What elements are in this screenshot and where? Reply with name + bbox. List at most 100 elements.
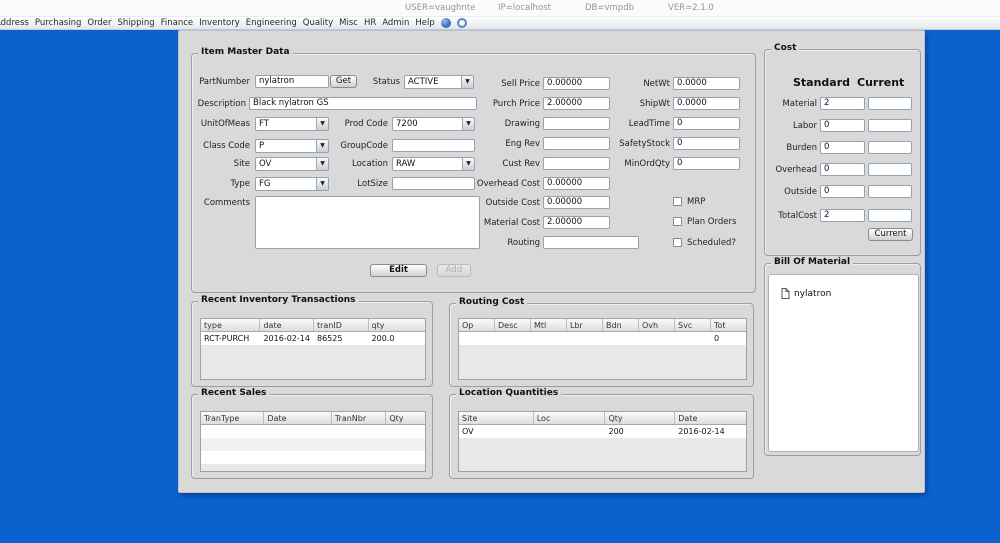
location-quantities-panel: Location Quantities Site Loc Qty Date OV… [449,394,754,479]
column-header[interactable]: Date [264,412,331,424]
menu-item-purchasing[interactable]: Purchasing [35,18,82,28]
column-header[interactable]: date [260,319,314,331]
cust-rev-label: Cust Rev [450,159,540,169]
burden-current-field[interactable] [868,141,912,154]
site-select[interactable]: OV▼ [255,157,329,171]
menu-item-shipping[interactable]: Shipping [118,18,155,28]
part-number-field[interactable]: nylatron [255,75,329,88]
column-header[interactable]: Lbr [567,319,603,331]
sync-icon[interactable] [457,18,467,28]
lead-time-field[interactable]: 0 [673,117,740,130]
class-code-label: Class Code [194,141,250,151]
version-info: VER=2.1.0 [668,3,714,13]
column-header[interactable]: tranID [314,319,369,331]
min-ord-qty-label: MinOrdQty [590,159,670,169]
edit-button[interactable]: Edit [370,264,427,277]
table-row[interactable]: 0 [459,332,746,345]
material-current-field[interactable] [868,97,912,110]
column-header[interactable]: Qty [386,412,425,424]
menu-item-help[interactable]: Help [415,18,434,28]
panel-title: Recent Inventory Transactions [198,295,359,305]
group-code-label: GroupCode [322,141,388,151]
total-cost-current-field[interactable] [868,209,912,222]
comments-textarea[interactable] [255,196,480,249]
table-row[interactable]: OV 200 2016-02-14 [459,425,746,438]
table-row[interactable]: RCT-PURCH 2016-02-14 86525 200.0 [201,332,425,345]
current-column-header: Current [857,76,904,89]
outside-standard-field[interactable]: 0 [820,185,865,198]
menu-item-admin[interactable]: Admin [382,18,409,28]
column-header[interactable]: type [201,319,260,331]
menu-item-address[interactable]: Address [0,18,29,28]
menu-item-quality[interactable]: Quality [303,18,333,28]
overhead-current-field[interactable] [868,163,912,176]
cost-panel: Cost Standard Current Material 2 Labor 0… [764,49,921,256]
column-header[interactable]: Site [459,412,534,424]
column-header[interactable]: Tot [711,319,746,331]
menu-item-order[interactable]: Order [87,18,111,28]
lead-time-label: LeadTime [590,119,670,129]
material-cost-field[interactable]: 2.00000 [543,216,610,229]
tree-node-nylatron[interactable]: nylatron [781,288,831,299]
labor-current-field[interactable] [868,119,912,132]
labor-standard-field[interactable]: 0 [820,119,865,132]
column-header[interactable]: Op [459,319,495,331]
add-button[interactable]: Add [437,264,471,277]
plan-orders-checkbox-label: Plan Orders [687,217,736,227]
column-header[interactable]: Svc [675,319,711,331]
outside-cost-field[interactable]: 0.00000 [543,196,610,209]
plan-orders-checkbox[interactable] [673,217,682,226]
menu-item-misc[interactable]: Misc [339,18,358,28]
material-standard-field[interactable]: 2 [820,97,865,110]
type-select[interactable]: FG▼ [255,177,329,191]
table-header: TranType Date TranNbr Qty [201,412,425,425]
burden-standard-field[interactable]: 0 [820,141,865,154]
column-header[interactable]: qty [369,319,425,331]
column-header[interactable]: Qty [605,412,675,424]
min-ord-qty-field[interactable]: 0 [673,157,740,170]
class-code-select[interactable]: P▼ [255,139,329,153]
column-header[interactable]: Desc [495,319,531,331]
safety-stock-field[interactable]: 0 [673,137,740,150]
inventory-table: type date tranID qty RCT-PURCH 2016-02-1… [200,318,426,380]
mrp-checkbox[interactable] [673,197,682,206]
column-header[interactable]: TranType [201,412,264,424]
net-wt-label: NetWt [590,79,670,89]
unit-of-meas-select[interactable]: FT▼ [255,117,329,131]
column-header[interactable]: Date [675,412,746,424]
overhead-cost-field[interactable]: 0.00000 [543,177,610,190]
scheduled-checkbox[interactable] [673,238,682,247]
menu-item-inventory[interactable]: Inventory [199,18,240,28]
column-header[interactable]: Ovh [639,319,675,331]
table-row[interactable] [201,425,425,438]
menu-item-hr[interactable]: HR [364,18,376,28]
column-header[interactable]: Bdn [603,319,639,331]
labor-label: Labor [765,121,817,131]
scheduled-checkbox-label: Scheduled? [687,238,736,248]
routing-field[interactable] [543,236,639,249]
eng-rev-label: Eng Rev [450,139,540,149]
globe-icon[interactable] [441,18,451,28]
bom-panel: Bill Of Material nylatron [764,263,921,456]
column-header[interactable]: TranNbr [332,412,387,424]
menu-item-finance[interactable]: Finance [161,18,194,28]
outside-current-field[interactable] [868,185,912,198]
ship-wt-field[interactable]: 0.0000 [673,97,740,110]
net-wt-field[interactable]: 0.0000 [673,77,740,90]
table-row[interactable] [201,451,425,464]
location-quantities-table: Site Loc Qty Date OV 200 2016-02-14 [458,411,747,472]
description-field[interactable]: Black nylatron GS [249,97,477,110]
tree-node-label: nylatron [794,289,831,299]
table-row[interactable] [201,438,425,451]
recent-sales-panel: Recent Sales TranType Date TranNbr Qty [191,394,433,479]
burden-label: Burden [765,143,817,153]
menu-item-engineering[interactable]: Engineering [246,18,297,28]
column-header[interactable]: Mtl [531,319,567,331]
overhead-standard-field[interactable]: 0 [820,163,865,176]
status-label: Status [352,77,400,87]
part-number-label: PartNumber [194,77,250,87]
total-cost-standard-field[interactable]: 2 [820,209,865,222]
recent-sales-table: TranType Date TranNbr Qty [200,411,426,472]
column-header[interactable]: Loc [534,412,606,424]
current-button[interactable]: Current [868,228,913,241]
